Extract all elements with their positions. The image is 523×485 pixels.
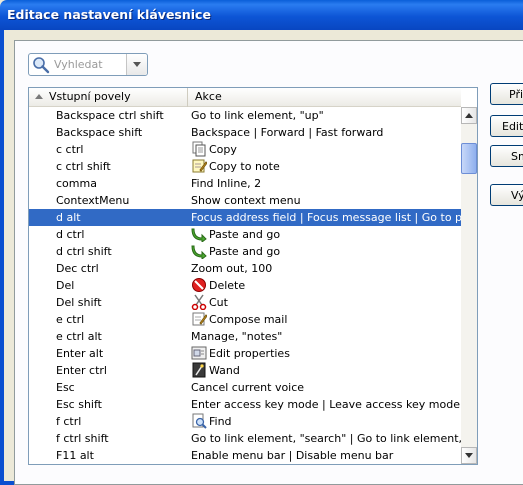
- table-row[interactable]: d alt Focus address field | Focus message…: [29, 209, 477, 226]
- delete-button[interactable]: Sm: [490, 145, 523, 167]
- properties-icon: [191, 346, 207, 360]
- table-row[interactable]: Backspace ctrl shift Go to link element, …: [29, 107, 461, 124]
- add-button-label: Přid: [509, 88, 523, 101]
- shortcut-action: Compose mail: [209, 313, 288, 326]
- search-dropdown-button[interactable]: [126, 54, 147, 75]
- shortcut-action: Edit properties: [209, 347, 290, 360]
- shortcut-keys: ContextMenu: [56, 194, 130, 207]
- shortcut-keys: Enter alt: [56, 347, 104, 360]
- table-row[interactable]: c ctrl shift Copy to note: [29, 158, 461, 175]
- table-row[interactable]: d ctrl shift Paste and go: [29, 243, 461, 260]
- default-button-label: Vý: [511, 189, 523, 202]
- table-row[interactable]: Esc Cancel current voice: [29, 379, 461, 396]
- shortcut-keys: f ctrl shift: [56, 432, 109, 445]
- table-row[interactable]: Dec ctrl Zoom out, 100: [29, 260, 461, 277]
- shortcut-action: Backspace | Forward | Fast forward: [191, 126, 384, 139]
- shortcut-action: Delete: [209, 279, 246, 292]
- shortcut-keys: Del: [56, 279, 75, 292]
- paste-go-icon: [191, 245, 207, 259]
- shortcut-keys: c ctrl shift: [56, 160, 111, 173]
- table-row[interactable]: Del shift Cut: [29, 294, 461, 311]
- shortcut-keys: Enter ctrl: [56, 364, 107, 377]
- shortcut-action: Copy to note: [209, 160, 280, 173]
- shortcut-action: Find: [209, 415, 232, 428]
- find-icon: [192, 413, 207, 429]
- paste-go-icon: [191, 228, 207, 242]
- shortcut-keys: e ctrl alt: [56, 330, 102, 343]
- table-row[interactable]: comma Find Inline, 2: [29, 175, 461, 192]
- shortcut-action: Paste and go: [209, 228, 281, 241]
- table-row[interactable]: c ctrl Copy: [29, 141, 461, 158]
- vertical-scrollbar[interactable]: [461, 107, 477, 464]
- window-title: Editace nastavení klávesnice: [7, 7, 211, 22]
- title-bar[interactable]: Editace nastavení klávesnice: [0, 0, 523, 30]
- shortcut-keys: Del shift: [56, 296, 102, 309]
- column-header-input-commands[interactable]: Vstupní povely: [29, 88, 188, 107]
- list-header: Vstupní povely Akce: [29, 88, 461, 107]
- table-row[interactable]: e ctrl alt Manage, "notes": [29, 328, 461, 345]
- edit-button[interactable]: Edito: [490, 115, 523, 137]
- column-header-label: Vstupní povely: [49, 90, 131, 103]
- shortcut-action: Cut: [209, 296, 228, 309]
- table-row[interactable]: e ctrl Compose mail: [29, 311, 461, 328]
- shortcut-action: Go to link element, "search" | Go to lin…: [191, 432, 478, 445]
- shortcut-action: Find Inline, 2: [191, 177, 262, 190]
- add-button[interactable]: Přid: [490, 83, 523, 105]
- default-button[interactable]: Vý: [490, 184, 523, 206]
- shortcut-keys: f ctrl: [56, 415, 82, 428]
- column-header-action[interactable]: Akce: [189, 88, 461, 107]
- note-icon: [192, 159, 207, 173]
- shortcut-action: Cancel current voice: [191, 381, 305, 394]
- edit-button-label: Edito: [502, 120, 523, 133]
- compose-icon: [192, 312, 207, 326]
- shortcut-keys: e ctrl: [56, 313, 85, 326]
- table-row[interactable]: Del Delete: [29, 277, 461, 294]
- wand-icon: [192, 362, 206, 378]
- table-row[interactable]: Enter ctrl Wand: [29, 362, 461, 379]
- delete-button-label: Sm: [511, 150, 523, 163]
- copy-icon: [192, 141, 206, 157]
- shortcut-keys: F11 alt: [56, 449, 94, 462]
- table-row[interactable]: f ctrl Find: [29, 413, 461, 430]
- shortcut-keys: Esc shift: [56, 398, 102, 411]
- shortcut-action: Wand: [209, 364, 240, 377]
- table-row[interactable]: ContextMenu Show context menu: [29, 192, 461, 209]
- search-box[interactable]: Vyhledat: [28, 53, 148, 76]
- table-row[interactable]: Esc shift Enter access key mode | Leave a…: [29, 396, 461, 413]
- table-row[interactable]: Enter alt Edit properties: [29, 345, 461, 362]
- scissors-icon: [191, 294, 207, 310]
- scroll-down-button[interactable]: [461, 447, 477, 464]
- shortcut-keys: Backspace shift: [56, 126, 143, 139]
- column-header-label: Akce: [195, 90, 222, 103]
- shortcut-keys: comma: [56, 177, 97, 190]
- shortcut-action: Zoom out, 100: [191, 262, 273, 275]
- list-rows: Backspace ctrl shift Go to link element, …: [29, 107, 477, 464]
- sort-ascending-icon: [35, 94, 43, 99]
- shortcut-action: Focus address field | Focus message list…: [191, 211, 478, 224]
- scroll-up-button[interactable]: [461, 107, 477, 124]
- table-row[interactable]: d ctrl Paste and go: [29, 226, 461, 243]
- table-row[interactable]: f ctrl shift Go to link element, "search"…: [29, 430, 477, 447]
- table-row[interactable]: F11 alt Enable menu bar | Disable menu ba…: [29, 447, 461, 464]
- shortcut-action: Copy: [209, 143, 237, 156]
- table-row[interactable]: Backspace shift Backspace | Forward | Fas…: [29, 124, 461, 141]
- shortcut-keys: Backspace ctrl shift: [56, 109, 164, 122]
- shortcut-action: Paste and go: [209, 245, 281, 258]
- shortcut-keys: d alt: [56, 211, 81, 224]
- shortcut-action: Enter access key mode | Leave access key…: [191, 398, 460, 411]
- shortcut-keys: d ctrl shift: [56, 245, 112, 258]
- search-input[interactable]: Vyhledat: [54, 58, 103, 71]
- shortcut-keys: c ctrl: [56, 143, 84, 156]
- scroll-thumb[interactable]: [461, 143, 477, 174]
- shortcut-keys: Dec ctrl: [56, 262, 99, 275]
- shortcut-keys: Esc: [56, 381, 75, 394]
- shortcut-list[interactable]: Vstupní povely Akce Backspace ctrl shift…: [28, 87, 478, 465]
- delete-icon: [192, 278, 206, 292]
- shortcut-action: Manage, "notes": [191, 330, 283, 343]
- shortcut-action: Go to link element, "up": [191, 109, 324, 122]
- shortcut-action: Enable menu bar | Disable menu bar: [191, 449, 394, 462]
- shortcut-keys: d ctrl: [56, 228, 85, 241]
- shortcut-action: Show context menu: [191, 194, 301, 207]
- search-icon: [33, 57, 50, 74]
